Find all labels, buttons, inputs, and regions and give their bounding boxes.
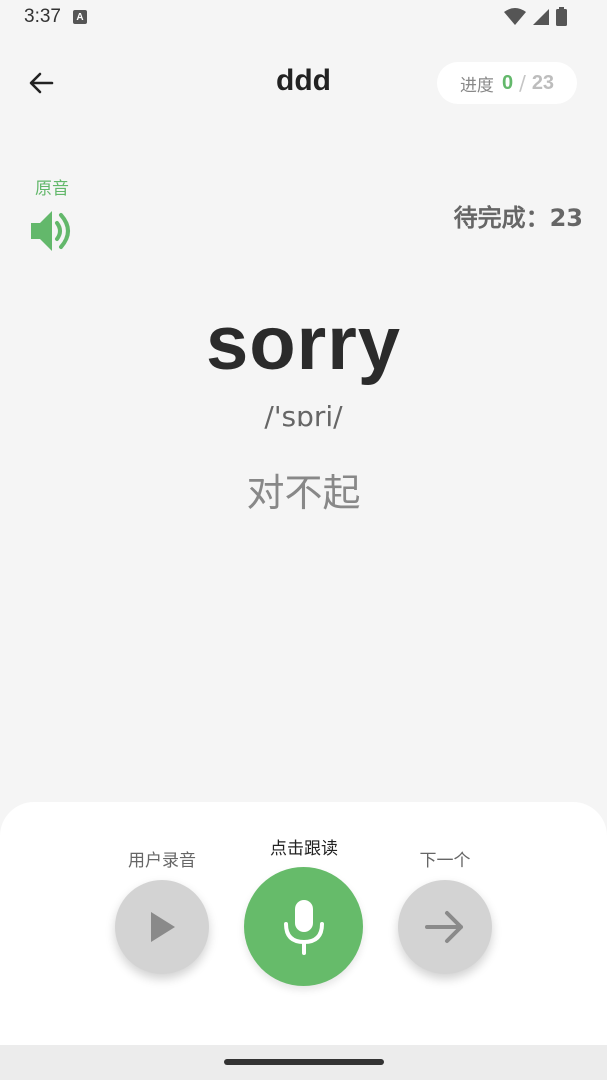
next-button[interactable]: [398, 880, 492, 974]
arrow-right-icon: [425, 911, 463, 943]
play-icon: [151, 912, 175, 942]
tap-to-read-label: 点击跟读: [270, 839, 338, 859]
status-bar: 3:37 A: [0, 0, 607, 36]
next-label: 下一个: [419, 851, 471, 871]
speaker-icon: [31, 211, 70, 251]
meaning-text: 对不起: [246, 471, 361, 515]
word-text: sorry: [205, 301, 402, 386]
user-recording-label: 用户录音: [128, 851, 196, 871]
status-time: 3:37: [24, 6, 61, 27]
microphone-icon: [283, 899, 324, 955]
play-user-recording-button[interactable]: [115, 880, 209, 974]
record-button[interactable]: [244, 867, 363, 986]
original-audio-label: 原音: [35, 179, 69, 199]
keyboard-a-icon: A: [73, 10, 87, 24]
progress-label: 进度: [459, 75, 494, 96]
signal-icon: [533, 8, 549, 25]
progress-separator: /: [519, 71, 526, 95]
status-icons: [504, 7, 567, 26]
battery-icon: [556, 7, 567, 26]
wifi-icon: [504, 7, 526, 25]
play-original-audio-button[interactable]: [28, 206, 78, 256]
progress-done-count: 0: [501, 71, 514, 94]
phonetic-text: /'sɒri/: [264, 400, 343, 433]
pending-count: 待完成：23: [453, 204, 583, 232]
progress-pill: 进度 0 / 23: [437, 62, 577, 104]
home-gesture-handle[interactable]: [224, 1059, 384, 1065]
progress-total-count: 23: [531, 71, 555, 94]
